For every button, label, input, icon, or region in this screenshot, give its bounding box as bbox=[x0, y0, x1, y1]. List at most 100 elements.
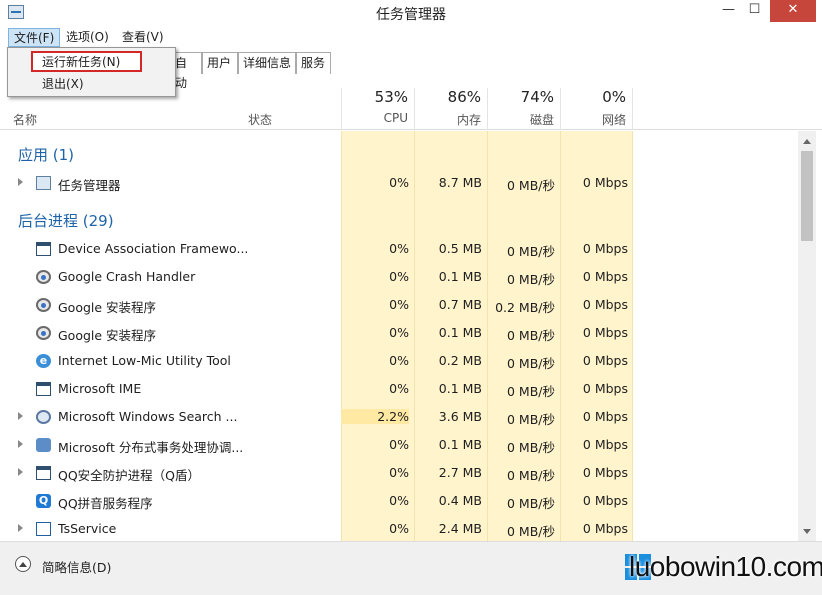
memory-label: 内存 bbox=[456, 113, 481, 127]
col-name[interactable]: 名称 bbox=[13, 111, 37, 128]
cell-cpu: 0% bbox=[389, 297, 409, 312]
cell-net: 0 Mbps bbox=[582, 409, 628, 424]
tab-services[interactable]: 服务 bbox=[296, 52, 331, 74]
cell-cpu: 0% bbox=[389, 241, 409, 256]
disk-label: 磁盘 bbox=[529, 113, 554, 127]
cell-net: 0 Mbps bbox=[582, 493, 628, 508]
cell-cpu: 0% bbox=[389, 353, 409, 368]
cell-cpu: 0% bbox=[389, 325, 409, 340]
disk-total: 74% bbox=[520, 88, 554, 106]
process-row[interactable]: QQ安全防护进程（Q盾） 0% 2.7 MB 0 MB/秒 0 Mbps bbox=[0, 459, 798, 487]
process-row[interactable]: Google 安装程序 0% 0.1 MB 0 MB/秒 0 Mbps bbox=[0, 319, 798, 347]
cell-mem: 3.6 MB bbox=[438, 409, 482, 424]
process-row[interactable]: 任务管理器 0% 8.7 MB 0 MB/秒 0 Mbps bbox=[0, 169, 798, 197]
process-row[interactable]: Google Crash Handler 0% 0.1 MB 0 MB/秒 0 Mbps bbox=[0, 263, 798, 291]
cell-net: 0 Mbps bbox=[582, 521, 628, 536]
cell-mem: 0.1 MB bbox=[438, 325, 482, 340]
window-title: 任务管理器 bbox=[376, 7, 446, 23]
fewer-details-link[interactable]: 简略信息(D) bbox=[42, 557, 111, 576]
menu-run-new-task[interactable]: 运行新任务(N) bbox=[42, 52, 120, 72]
menu-bar: 文件(F) 选项(O) 查看(V) bbox=[0, 27, 822, 47]
search-icon bbox=[36, 410, 51, 424]
cell-mem: 0.2 MB bbox=[438, 353, 482, 368]
process-name: Google Crash Handler bbox=[58, 269, 196, 284]
process-name: Device Association Framewo... bbox=[58, 241, 249, 256]
tab-users[interactable]: 用户 bbox=[202, 52, 238, 74]
cell-mem: 2.7 MB bbox=[438, 465, 482, 480]
dtc-icon bbox=[36, 438, 51, 452]
process-row[interactable]: Microsoft Windows Search ... 2.2% 3.6 MB 0 … bbox=[0, 403, 798, 431]
cell-disk: 0 MB/秒 bbox=[507, 524, 555, 539]
cell-cpu: 0% bbox=[389, 437, 409, 452]
collapse-up-icon[interactable] bbox=[15, 556, 31, 572]
expand-arrow-icon[interactable] bbox=[18, 178, 23, 186]
cell-disk: 0 MB/秒 bbox=[507, 440, 555, 455]
window-icon bbox=[36, 242, 51, 256]
col-status[interactable]: 状态 bbox=[248, 111, 272, 128]
cell-disk: 0 MB/秒 bbox=[507, 272, 555, 287]
process-name: Internet Low-Mic Utility Tool bbox=[58, 353, 231, 368]
cell-net: 0 Mbps bbox=[582, 381, 628, 396]
tsservice-icon bbox=[36, 522, 51, 536]
cell-disk: 0 MB/秒 bbox=[507, 328, 555, 343]
expand-arrow-icon[interactable] bbox=[18, 524, 23, 532]
expand-arrow-icon[interactable] bbox=[18, 440, 23, 448]
expand-arrow-icon[interactable] bbox=[18, 468, 23, 476]
expand-arrow-icon[interactable] bbox=[18, 412, 23, 420]
watermark: luobowin10.com bbox=[625, 549, 822, 587]
cell-mem: 0.4 MB bbox=[438, 493, 482, 508]
cell-cpu: 0% bbox=[389, 465, 409, 480]
process-row[interactable]: e Internet Low-Mic Utility Tool 0% 0.2 MB 0 … bbox=[0, 347, 798, 375]
process-name: QQ安全防护进程（Q盾） bbox=[58, 468, 201, 483]
col-disk[interactable]: 74% 磁盘 bbox=[487, 88, 560, 130]
task-manager-icon bbox=[36, 176, 51, 190]
gear-icon bbox=[36, 270, 51, 284]
vertical-scrollbar[interactable] bbox=[798, 131, 816, 541]
col-network[interactable]: 0% 网络 bbox=[560, 88, 633, 130]
file-menu-dropdown: 运行新任务(N) 退出(X) bbox=[7, 47, 176, 97]
cell-disk: 0.2 MB/秒 bbox=[495, 300, 555, 315]
scroll-up-icon[interactable] bbox=[803, 139, 811, 144]
maximize-button[interactable]: ☐ bbox=[741, 0, 768, 22]
process-row[interactable]: Device Association Framewo... 0% 0.5 MB 0 M… bbox=[0, 235, 798, 263]
process-name: Google 安装程序 bbox=[58, 328, 157, 343]
cell-mem: 2.4 MB bbox=[438, 521, 482, 536]
close-button[interactable]: ✕ bbox=[770, 0, 816, 22]
process-row[interactable]: Google 安装程序 0% 0.7 MB 0.2 MB/秒 0 Mbps bbox=[0, 291, 798, 319]
scroll-thumb[interactable] bbox=[801, 151, 813, 241]
menu-options[interactable]: 选项(O) bbox=[61, 28, 114, 47]
cpu-total: 53% bbox=[374, 88, 408, 106]
process-name: QQ拼音服务程序 bbox=[58, 496, 153, 511]
network-label: 网络 bbox=[601, 113, 626, 127]
menu-exit[interactable]: 退出(X) bbox=[42, 74, 84, 94]
tab-details[interactable]: 详细信息 bbox=[238, 52, 296, 74]
window-icon bbox=[36, 382, 51, 396]
cell-net: 0 Mbps bbox=[582, 269, 628, 284]
cell-disk: 0 MB/秒 bbox=[507, 178, 555, 193]
process-name: Microsoft Windows Search ... bbox=[58, 409, 238, 424]
process-row[interactable]: Microsoft 分布式事务处理协调... 0% 0.1 MB 0 MB/秒 0 Mb… bbox=[0, 431, 798, 459]
process-list: 应用 (1) 任务管理器 0% 8.7 MB 0 MB/秒 0 Mbps 后台进程 (2… bbox=[0, 131, 798, 541]
cell-net: 0 Mbps bbox=[582, 297, 628, 312]
window-icon bbox=[36, 466, 51, 480]
cell-mem: 0.7 MB bbox=[438, 297, 482, 312]
cell-cpu: 2.2% bbox=[341, 409, 409, 424]
cell-mem: 0.1 MB bbox=[438, 269, 482, 284]
process-name: Microsoft 分布式事务处理协调... bbox=[58, 440, 244, 455]
scroll-down-icon[interactable] bbox=[803, 529, 811, 534]
minimize-button[interactable]: — bbox=[715, 0, 742, 22]
col-memory[interactable]: 86% 内存 bbox=[414, 88, 487, 130]
title-bar: 任务管理器 — ☐ ✕ bbox=[0, 0, 822, 26]
cpu-label: CPU bbox=[383, 111, 408, 125]
process-row[interactable]: TsService 0% 2.4 MB 0 MB/秒 0 Mbps bbox=[0, 515, 798, 541]
menu-view[interactable]: 查看(V) bbox=[117, 28, 169, 47]
menu-file[interactable]: 文件(F) bbox=[8, 28, 61, 47]
cell-disk: 0 MB/秒 bbox=[507, 356, 555, 371]
process-row[interactable]: Microsoft IME 0% 0.1 MB 0 MB/秒 0 Mbps bbox=[0, 375, 798, 403]
process-row[interactable]: Q QQ拼音服务程序 0% 0.4 MB 0 MB/秒 0 Mbps bbox=[0, 487, 798, 515]
cell-net: 0 Mbps bbox=[582, 465, 628, 480]
cell-disk: 0 MB/秒 bbox=[507, 244, 555, 259]
cell-disk: 0 MB/秒 bbox=[507, 384, 555, 399]
col-cpu[interactable]: 53% CPU bbox=[341, 88, 414, 130]
cell-cpu: 0% bbox=[389, 493, 409, 508]
